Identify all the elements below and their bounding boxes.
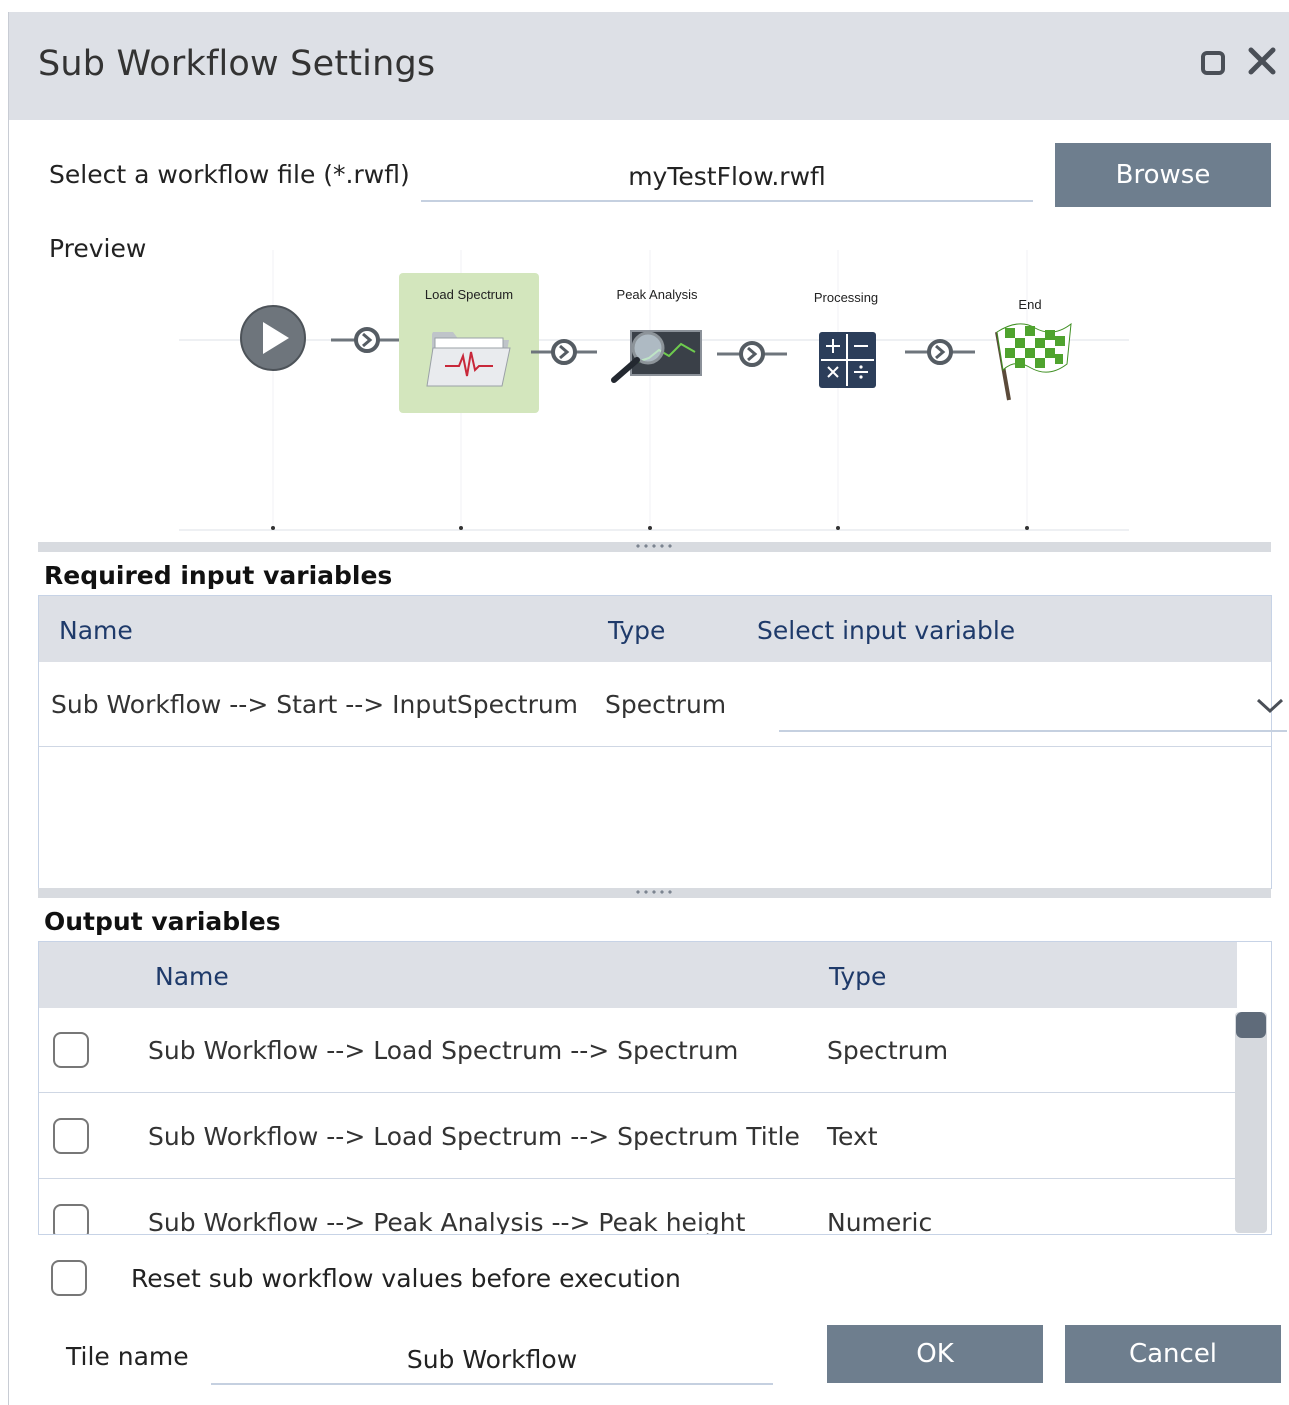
connector-2 <box>531 339 597 365</box>
processing-node[interactable]: Processing <box>814 290 878 388</box>
checkered-flag-icon <box>995 322 1072 401</box>
output-variable-name: Sub Workflow --> Load Spectrum --> Spect… <box>148 1122 800 1151</box>
row-divider <box>39 746 1271 747</box>
row-divider <box>39 1178 1235 1179</box>
output-checkbox[interactable] <box>53 1118 89 1154</box>
load-spectrum-label: Load Spectrum <box>425 287 513 302</box>
output-variable-type: Spectrum <box>827 1036 949 1065</box>
output-variable-type: Text <box>827 1122 878 1151</box>
workflow-preview: Load Spectrum Peak Analysis Processing E… <box>179 250 1129 531</box>
output-variables-header: Name Type <box>39 942 1237 1008</box>
browse-button[interactable]: Browse <box>1055 143 1271 207</box>
tile-name-input[interactable] <box>211 1335 773 1385</box>
peak-analysis-label: Peak Analysis <box>617 287 698 302</box>
required-inputs-title: Required input variables <box>44 561 393 590</box>
splitter-grip <box>634 890 676 894</box>
required-inputs-header: Name Type Select input variable <box>39 596 1271 662</box>
end-node[interactable]: End <box>995 297 1072 401</box>
load-spectrum-node[interactable]: Load Spectrum <box>399 273 539 413</box>
scrollbar-thumb[interactable] <box>1236 1012 1266 1038</box>
workflow-file-input[interactable] <box>421 152 1033 202</box>
load-spectrum-folder-icon <box>426 332 511 387</box>
peak-analysis-node[interactable]: Peak Analysis <box>611 287 702 383</box>
connector-4 <box>905 339 975 365</box>
peak-analysis-magnifier-icon <box>611 330 702 383</box>
output-variable-type: Numeric <box>827 1208 933 1235</box>
required-inputs-table: Name Type Select input variable Sub Work… <box>38 595 1287 889</box>
row-divider <box>39 1092 1235 1093</box>
col-select-header: Select input variable <box>757 616 1016 645</box>
output-variables-table: Name Type Sub Workflow --> Load Spectrum… <box>38 941 1272 1235</box>
select-underline <box>779 730 1287 732</box>
output-checkbox[interactable] <box>53 1032 89 1068</box>
cancel-button[interactable]: Cancel <box>1065 1325 1281 1383</box>
output-checkbox[interactable] <box>53 1204 89 1234</box>
preview-label: Preview <box>49 234 147 263</box>
col-type-header: Type <box>608 616 666 645</box>
chevron-down-icon <box>1256 698 1284 714</box>
end-label: End <box>1018 297 1041 312</box>
output-variables-title: Output variables <box>44 907 281 936</box>
output-variable-name: Sub Workflow --> Load Spectrum --> Spect… <box>148 1036 739 1065</box>
restore-icon[interactable] <box>1197 46 1229 78</box>
dialog-title: Sub Workflow Settings <box>38 44 436 84</box>
title-bar: Sub Workflow Settings <box>9 12 1289 120</box>
ok-button[interactable]: OK <box>827 1325 1043 1383</box>
connector-1 <box>331 327 401 353</box>
close-icon[interactable] <box>1246 46 1278 78</box>
tile-name-label: Tile name <box>66 1342 189 1371</box>
workflow-file-label: Select a workflow file (*.rwfl) <box>49 160 410 189</box>
calculator-icon <box>819 332 876 388</box>
reset-values-label: Reset sub workflow values before executi… <box>131 1264 681 1293</box>
sub-workflow-settings-dialog: Sub Workflow Settings Select a workflow … <box>8 12 1289 1405</box>
input-variable-name: Sub Workflow --> Start --> InputSpectrum <box>51 690 579 719</box>
start-node[interactable] <box>240 305 306 371</box>
reset-values-checkbox[interactable] <box>51 1260 87 1296</box>
output-scrollbar[interactable] <box>1235 1012 1267 1233</box>
connector-3 <box>717 341 787 367</box>
col-name-header: Name <box>59 616 133 645</box>
splitter-grip <box>634 544 676 548</box>
input-variable-type: Spectrum <box>605 690 727 719</box>
input-variable-select[interactable] <box>779 684 1287 730</box>
inputs-splitter[interactable] <box>38 888 1271 898</box>
col-type-header: Type <box>829 962 887 991</box>
processing-label: Processing <box>814 290 878 305</box>
col-name-header: Name <box>155 962 229 991</box>
output-variable-name: Sub Workflow --> Peak Analysis --> Peak … <box>148 1208 746 1235</box>
preview-splitter[interactable] <box>38 542 1271 552</box>
